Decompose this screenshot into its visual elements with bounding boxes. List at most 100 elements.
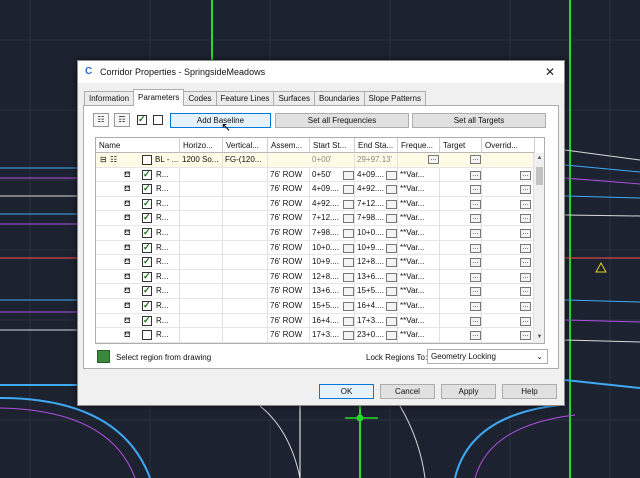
set-all-targets-button[interactable]: Set all Targets [412, 113, 546, 128]
region-checkbox[interactable] [142, 212, 152, 224]
override-more-button[interactable]: ... [520, 258, 531, 268]
pick-station-icon[interactable] [343, 199, 354, 209]
tab-slope-patterns[interactable]: Slope Patterns [363, 91, 426, 105]
collapse-toggle-icon[interactable]: ⊟ [98, 153, 108, 168]
target-more-button[interactable]: ... [470, 229, 481, 238]
cancel-button[interactable]: Cancel [380, 384, 435, 399]
pick-station-icon[interactable] [386, 170, 397, 180]
region-checkbox[interactable] [142, 300, 152, 311]
scroll-up-icon[interactable]: ▲ [534, 153, 544, 164]
tab-parameters[interactable]: Parameters [133, 89, 185, 106]
column-header[interactable]: Start St... [310, 138, 355, 153]
pick-station-icon[interactable] [386, 258, 397, 268]
region-name: R... [156, 228, 169, 237]
target-more-button[interactable]: ... [470, 170, 481, 180]
override-more-button[interactable]: ... [520, 287, 531, 297]
target-more-button[interactable]: ... [470, 287, 481, 297]
column-header[interactable]: Vertical... [223, 138, 268, 153]
region-checkbox[interactable] [142, 330, 152, 341]
vertical-scrollbar[interactable]: ▲ ▼ [533, 153, 544, 343]
baseline-checkbox[interactable] [142, 155, 152, 165]
pick-station-icon[interactable] [343, 243, 354, 253]
column-header[interactable]: Target [440, 138, 482, 153]
pick-station-icon[interactable] [386, 229, 397, 238]
target-more-button[interactable]: ... [470, 243, 481, 253]
region-checkbox[interactable] [142, 256, 152, 268]
uncheck-all-checkbox[interactable] [153, 115, 163, 125]
pick-station-icon[interactable] [386, 331, 397, 341]
pick-station-icon[interactable] [386, 199, 397, 209]
region-checkbox[interactable] [142, 315, 152, 326]
override-more-button[interactable]: ... [520, 229, 531, 238]
lock-regions-select[interactable]: Geometry Locking ⌄ [427, 349, 548, 364]
override-more-button[interactable]: ... [520, 316, 531, 326]
override-more-button[interactable]: ... [520, 199, 531, 209]
target-more-button[interactable]: ... [470, 185, 481, 195]
pick-station-icon[interactable] [343, 287, 354, 297]
region-checkbox[interactable] [142, 285, 152, 297]
column-header[interactable]: End Sta... [355, 138, 398, 153]
pick-station-icon[interactable] [386, 302, 397, 311]
column-header[interactable]: Name [96, 138, 180, 153]
ok-button[interactable]: OK [319, 384, 374, 399]
region-checkbox[interactable] [142, 242, 152, 253]
region-checkbox[interactable] [142, 198, 152, 209]
collapse-tree-icon[interactable]: ☶ [114, 113, 130, 127]
pick-station-icon[interactable] [343, 258, 354, 268]
target-more-button[interactable]: ... [470, 258, 481, 268]
override-more-button[interactable]: ... [520, 243, 531, 253]
pick-station-icon[interactable] [343, 185, 354, 195]
pick-station-icon[interactable] [343, 302, 354, 311]
override-more-button[interactable]: ... [520, 331, 531, 341]
set-all-frequencies-button[interactable]: Set all Frequencies [275, 113, 409, 128]
pick-station-icon[interactable] [343, 331, 354, 341]
pick-station-icon[interactable] [343, 229, 354, 238]
pick-station-icon[interactable] [343, 316, 354, 326]
pick-station-icon[interactable] [343, 170, 354, 180]
column-header[interactable]: Freque... [398, 138, 440, 153]
column-header[interactable]: Overrid... [482, 138, 535, 153]
tab-feature-lines[interactable]: Feature Lines [215, 91, 275, 105]
pick-station-icon[interactable] [386, 287, 397, 297]
region-checkbox[interactable] [142, 169, 152, 180]
region-start: 23+0.... [310, 342, 355, 343]
scroll-down-icon[interactable]: ▼ [534, 332, 544, 343]
help-button[interactable]: Help [502, 384, 557, 399]
scrollbar-thumb[interactable] [536, 167, 543, 185]
target-more-button[interactable]: ... [470, 199, 481, 209]
override-more-button[interactable]: ... [520, 272, 531, 282]
select-region-icon[interactable] [97, 350, 110, 363]
frequency-more-button[interactable]: ... [428, 155, 439, 164]
region-checkbox[interactable] [142, 271, 152, 282]
region-checkbox[interactable] [142, 183, 152, 195]
target-more-button[interactable]: ... [470, 302, 481, 311]
tab-boundaries[interactable]: Boundaries [314, 91, 365, 105]
pick-station-icon[interactable] [386, 243, 397, 253]
pick-station-icon[interactable] [386, 316, 397, 326]
tab-codes[interactable]: Codes [183, 91, 217, 105]
target-more-button[interactable]: ... [470, 316, 481, 326]
column-header[interactable]: Assem... [268, 138, 310, 153]
target-more-button[interactable]: ... [470, 272, 481, 282]
target-more-button[interactable]: ... [470, 214, 481, 224]
close-icon[interactable]: ✕ [542, 64, 558, 80]
override-more-button[interactable]: ... [520, 214, 531, 224]
tab-surfaces[interactable]: Surfaces [273, 91, 316, 105]
override-more-button[interactable]: ... [520, 302, 531, 311]
region-checkbox[interactable] [142, 227, 152, 238]
override-more-button[interactable]: ... [520, 170, 531, 180]
override-more-button[interactable]: ... [520, 185, 531, 195]
target-more-button[interactable]: ... [470, 155, 481, 164]
pick-station-icon[interactable] [386, 272, 397, 282]
pick-station-icon[interactable] [386, 214, 397, 224]
pick-station-icon[interactable] [386, 185, 397, 195]
pick-station-icon[interactable] [343, 272, 354, 282]
pick-station-icon[interactable] [343, 214, 354, 224]
check-all-checkbox[interactable] [137, 114, 147, 125]
tab-information[interactable]: Information [84, 91, 135, 105]
target-more-button[interactable]: ... [470, 331, 481, 341]
title-bar[interactable]: C Corridor Properties - SpringsideMeadow… [78, 61, 564, 83]
column-header[interactable]: Horizo... [180, 138, 223, 153]
expand-tree-icon[interactable]: ☷ [93, 113, 109, 127]
apply-button[interactable]: Apply [441, 384, 496, 399]
